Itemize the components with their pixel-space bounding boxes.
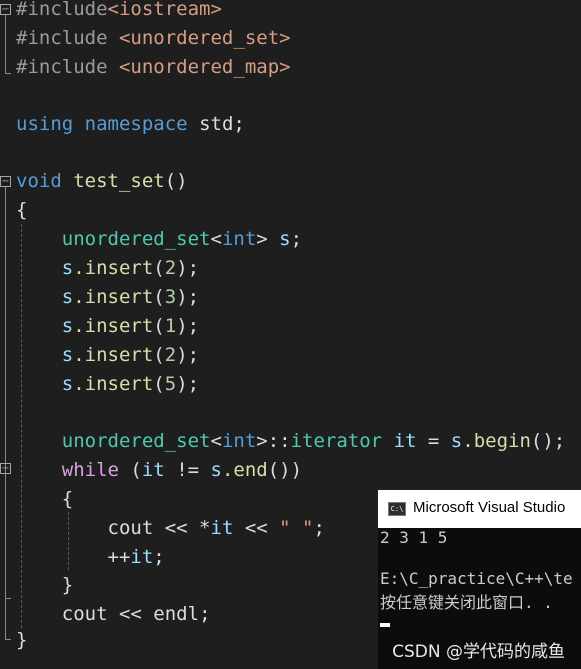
- code-line-close-brace: }: [16, 629, 28, 651]
- code-line-1: #include<iostream>: [16, 0, 222, 20]
- code-line-using: using namespace std;: [16, 113, 245, 135]
- code-line-3: #include <unordered_map>: [16, 56, 291, 78]
- code-line-insert: s.insert(5);: [61, 373, 200, 395]
- fold-outline-end: [5, 73, 11, 74]
- code-line-while: while (it != s.end()): [61, 459, 303, 481]
- console-titlebar[interactable]: C:\ Microsoft Visual Studio: [378, 490, 581, 528]
- code-line-increment: ++it;: [107, 546, 165, 568]
- code-line-2: #include <unordered_set>: [16, 27, 291, 49]
- fold-function-icon[interactable]: −: [0, 176, 11, 187]
- fold-include-icon[interactable]: −: [0, 4, 11, 15]
- code-line-cout-it: cout << *it << " ";: [107, 517, 325, 539]
- code-line-insert: s.insert(2);: [61, 257, 200, 279]
- code-line-set-decl: unordered_set<int> s;: [61, 228, 303, 250]
- code-line-while-open-brace: {: [61, 488, 74, 510]
- watermark: CSDN @学代码的咸鱼: [392, 642, 565, 662]
- code-line-cout-endl: cout << endl;: [61, 603, 211, 625]
- fold-outline-end: [5, 639, 11, 640]
- code-line-function-decl: void test_set(): [16, 170, 188, 192]
- fold-outline: [5, 474, 6, 598]
- fold-outline: [5, 15, 6, 73]
- console-app-icon: C:\: [388, 502, 406, 516]
- fold-outline-end: [5, 598, 11, 599]
- console-path: E:\C_practice\C++\te: [380, 569, 573, 588]
- console-output: 2 3 1 5: [380, 528, 448, 547]
- code-line-iterator-decl: unordered_set<int>::iterator it = s.begi…: [61, 430, 566, 452]
- console-prompt: 按任意键关闭此窗口. .: [380, 593, 553, 612]
- code-line-insert: s.insert(1);: [61, 315, 200, 337]
- code-line-while-close-brace: }: [61, 574, 74, 596]
- code-line-open-brace: {: [16, 199, 28, 221]
- fold-while-icon[interactable]: −: [0, 463, 11, 474]
- console-title: Microsoft Visual Studio: [413, 499, 566, 516]
- console-cursor: [380, 623, 390, 627]
- code-line-insert: s.insert(2);: [61, 344, 200, 366]
- code-line-insert: s.insert(3);: [61, 286, 200, 308]
